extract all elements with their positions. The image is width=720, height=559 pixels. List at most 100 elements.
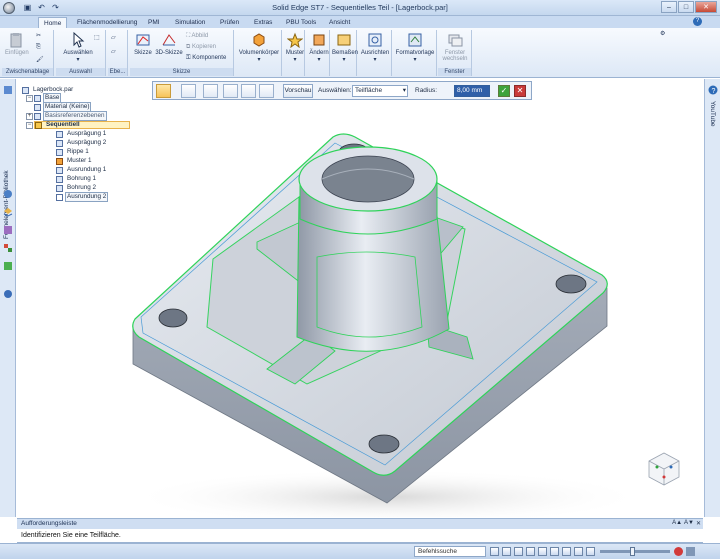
zoom-slider[interactable] xyxy=(600,547,670,556)
finish-step-button[interactable] xyxy=(241,84,256,98)
tree-feature[interactable]: Bohrung 1 xyxy=(56,175,98,183)
boss-bore[interactable] xyxy=(321,155,415,203)
expand-base-icon[interactable]: − xyxy=(26,95,33,102)
feature-library-tab[interactable]: Formelement-Bibliothek xyxy=(3,99,10,239)
colors-icon[interactable] xyxy=(3,261,13,271)
face-select-step-button[interactable] xyxy=(156,84,171,98)
paste-button[interactable]: Einfügen xyxy=(5,32,29,56)
zoom-icon[interactable] xyxy=(502,547,511,556)
prompt-close-button[interactable]: ✕ xyxy=(696,520,701,527)
plane-options-icon[interactable]: ▱ xyxy=(111,48,116,55)
font-decrease-button[interactable]: A▼ xyxy=(684,520,694,527)
expand-planes-icon[interactable]: + xyxy=(26,113,33,120)
sketch-icon xyxy=(136,34,150,46)
tab-surfacing[interactable]: Flächenmodellierung xyxy=(72,17,142,28)
bolt-hole-3[interactable] xyxy=(158,308,188,328)
tab-simulation[interactable]: Simulation xyxy=(170,17,210,28)
dimension-button[interactable]: Bemaßen ▾ xyxy=(332,32,358,63)
tree-feature[interactable]: Ausrundung 1 xyxy=(56,166,108,174)
maximize-button[interactable]: □ xyxy=(678,1,694,13)
tab-tools[interactable]: Extras xyxy=(249,17,277,28)
tree-material[interactable]: Material (Keine) xyxy=(34,102,92,112)
zoom-area-icon[interactable] xyxy=(490,547,499,556)
zoom-slider-knob[interactable] xyxy=(630,547,635,556)
ribbon: Einfügen ✂ ⎘ 🖌 Zwischenablage Auswählen … xyxy=(0,28,720,78)
pan-icon[interactable] xyxy=(526,547,535,556)
youtube-tab[interactable]: YouTube xyxy=(709,101,716,127)
radius-input[interactable]: 8,00 mm xyxy=(454,85,490,97)
tree-feature[interactable]: Ausprägung 2 xyxy=(56,139,108,147)
sketch-button[interactable]: Skizze xyxy=(132,32,154,56)
preview-step-button[interactable] xyxy=(223,84,238,98)
tab-pmi[interactable]: PMI xyxy=(143,17,165,28)
minimize-button[interactable]: – xyxy=(661,1,677,13)
family-icon[interactable] xyxy=(3,243,13,253)
project-button[interactable]: ⛶ Abbild xyxy=(186,33,226,40)
stop-icon[interactable] xyxy=(686,547,695,556)
project-label: Abbild xyxy=(191,33,209,39)
title-bar: ▣ ↶ ↷ Solid Edge ST7 - Sequentielles Tei… xyxy=(0,0,720,16)
layers-icon[interactable] xyxy=(3,207,13,217)
font-increase-button[interactable]: A▲ xyxy=(672,520,682,527)
copy-sketch-button[interactable]: ⧉ Kopieren xyxy=(186,44,226,51)
select-tool-icon[interactable]: ⬚ xyxy=(94,34,100,41)
cut-icon[interactable]: ✂ xyxy=(36,32,41,39)
tree-feature[interactable]: Ausprägung 1 xyxy=(56,130,108,138)
help-icon[interactable]: ? xyxy=(693,17,702,26)
style-button[interactable]: Formatvorlage ▾ xyxy=(394,32,436,63)
display-options-icon[interactable] xyxy=(586,547,595,556)
close-button[interactable]: ✕ xyxy=(695,1,717,13)
pathfinder-icon[interactable] xyxy=(3,85,13,95)
tree-feature[interactable]: Rippe 1 xyxy=(56,148,91,156)
pattern-button[interactable]: Muster ▾ xyxy=(284,32,306,63)
expand-sequential-icon[interactable]: − xyxy=(26,122,33,129)
preview-button[interactable]: Vorschau xyxy=(283,84,313,98)
sensors-icon[interactable] xyxy=(3,225,13,235)
select-button[interactable]: Auswählen ▾ xyxy=(60,31,96,63)
format-painter-icon[interactable]: 🖌 xyxy=(36,56,44,63)
library-icon[interactable] xyxy=(3,189,13,199)
component-button[interactable]: ⚿ Komponente xyxy=(186,55,232,62)
render-mode-icon[interactable] xyxy=(562,547,571,556)
ribbon-options-icon[interactable]: ⚙ xyxy=(660,30,665,37)
style-icon xyxy=(408,33,422,47)
info-icon[interactable]: ? xyxy=(708,85,718,95)
view-cube-icon[interactable] xyxy=(648,452,680,486)
modify-button[interactable]: Ändern ▾ xyxy=(308,32,330,63)
tab-view[interactable]: Ansicht xyxy=(324,17,355,28)
record-icon[interactable] xyxy=(674,547,683,556)
align-button[interactable]: Ausrichten ▾ xyxy=(359,32,391,63)
solids-button[interactable]: Volumenkörper ▾ xyxy=(237,32,281,63)
tree-feature[interactable]: Muster 1 xyxy=(56,157,94,165)
tree-ref-planes[interactable]: Basisreferenzebenen xyxy=(34,111,107,121)
fit-icon[interactable] xyxy=(514,547,523,556)
tab-inspect[interactable]: Prüfen xyxy=(215,17,244,28)
tab-home[interactable]: Home xyxy=(38,17,68,28)
view-orientation-icon[interactable] xyxy=(550,547,559,556)
sketch-label: Skizze xyxy=(134,50,152,56)
tree-feature[interactable]: Ausrundung 2 xyxy=(56,192,109,202)
graphics-window[interactable] xyxy=(17,79,703,517)
settings-icon[interactable] xyxy=(3,289,13,299)
rotate-icon[interactable] xyxy=(538,547,547,556)
group-planes: ▱ ▱ Ebe... xyxy=(108,30,128,76)
tree-base[interactable]: Base xyxy=(34,93,62,103)
bolt-hole-2[interactable] xyxy=(555,274,587,294)
sketch-view-icon[interactable] xyxy=(574,547,583,556)
switch-window-button[interactable]: Fenster wechseln xyxy=(439,32,471,62)
select-step-button[interactable] xyxy=(203,84,218,98)
tree-sequential[interactable]: Sequentiell xyxy=(34,121,130,129)
options-button[interactable] xyxy=(181,84,196,98)
accept-button[interactable]: ✓ xyxy=(498,85,510,97)
copy-icon[interactable]: ⎘ xyxy=(36,44,41,51)
plane-icon[interactable]: ▱ xyxy=(111,34,116,41)
command-search-input[interactable]: Befehlssuche xyxy=(414,546,486,557)
tree-feature[interactable]: Bohrung 2 xyxy=(56,184,98,192)
tab-pbu-tools[interactable]: PBU Tools xyxy=(281,17,321,28)
cancel-button[interactable]: ✕ xyxy=(514,85,526,97)
select-type-dropdown[interactable]: Teilfläche xyxy=(352,85,408,97)
bolt-hole-4[interactable] xyxy=(368,434,400,454)
sketch3d-button[interactable]: 3D-Skizze xyxy=(154,32,184,56)
hole-icon xyxy=(56,184,63,192)
smart-step-button[interactable] xyxy=(259,84,274,98)
